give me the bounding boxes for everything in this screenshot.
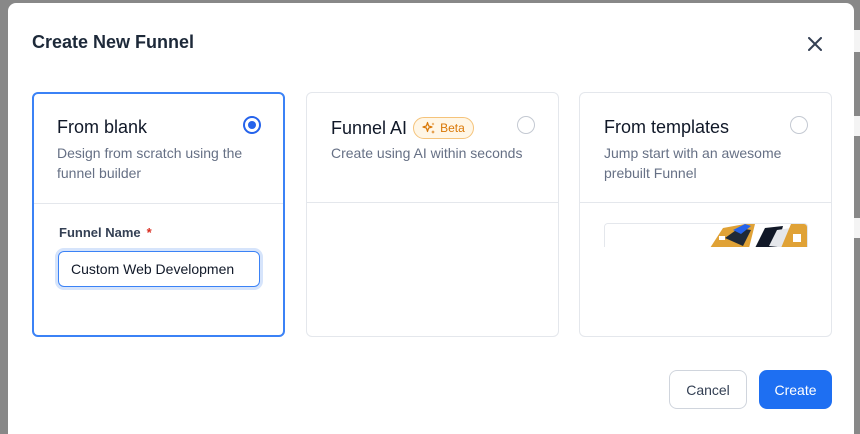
create-button[interactable]: Create: [759, 370, 832, 409]
funnel-name-label-text: Funnel Name: [59, 225, 141, 240]
option-card-funnel-ai[interactable]: Funnel AI Beta Create using AI within se…: [306, 92, 559, 337]
option-description: Jump start with an awesome prebuilt Funn…: [604, 145, 782, 181]
option-card-from-blank[interactable]: From blank Design from scratch using the…: [32, 92, 285, 337]
option-description: Create using AI within seconds: [331, 145, 523, 161]
option-radio-from-templates[interactable]: [790, 116, 808, 134]
option-description: Design from scratch using the funnel bui…: [57, 145, 243, 181]
option-radio-from-blank[interactable]: [243, 116, 261, 134]
close-button[interactable]: [804, 33, 826, 55]
option-title: From templates: [604, 117, 730, 137]
required-indicator: *: [146, 225, 152, 240]
option-card-header: Funnel AI Beta Create using AI within se…: [307, 93, 558, 203]
option-card-header: From blank Design from scratch using the…: [34, 94, 283, 204]
cancel-button[interactable]: Cancel: [669, 370, 747, 409]
option-title: From blank: [57, 117, 148, 137]
close-icon: [808, 37, 822, 51]
create-funnel-dialog: Create New Funnel From blank Design from…: [8, 3, 854, 434]
option-card-header: From templates Jump start with an awesom…: [580, 93, 831, 203]
option-card-from-templates[interactable]: From templates Jump start with an awesom…: [579, 92, 832, 337]
sparkle-icon: [422, 121, 436, 134]
option-title: Funnel AI: [331, 117, 408, 138]
option-title-row: Funnel AI Beta: [331, 117, 474, 139]
funnel-name-label: Funnel Name *: [59, 225, 152, 240]
option-radio-funnel-ai[interactable]: [517, 116, 535, 134]
template-thumbnail-graphic: [605, 224, 807, 247]
funnel-name-focus-ring: [55, 248, 263, 290]
beta-badge-label: Beta: [440, 121, 465, 135]
template-preview-image: [604, 223, 808, 247]
beta-badge: Beta: [413, 117, 474, 139]
funnel-name-input[interactable]: [58, 251, 260, 287]
dialog-title: Create New Funnel: [32, 32, 195, 52]
